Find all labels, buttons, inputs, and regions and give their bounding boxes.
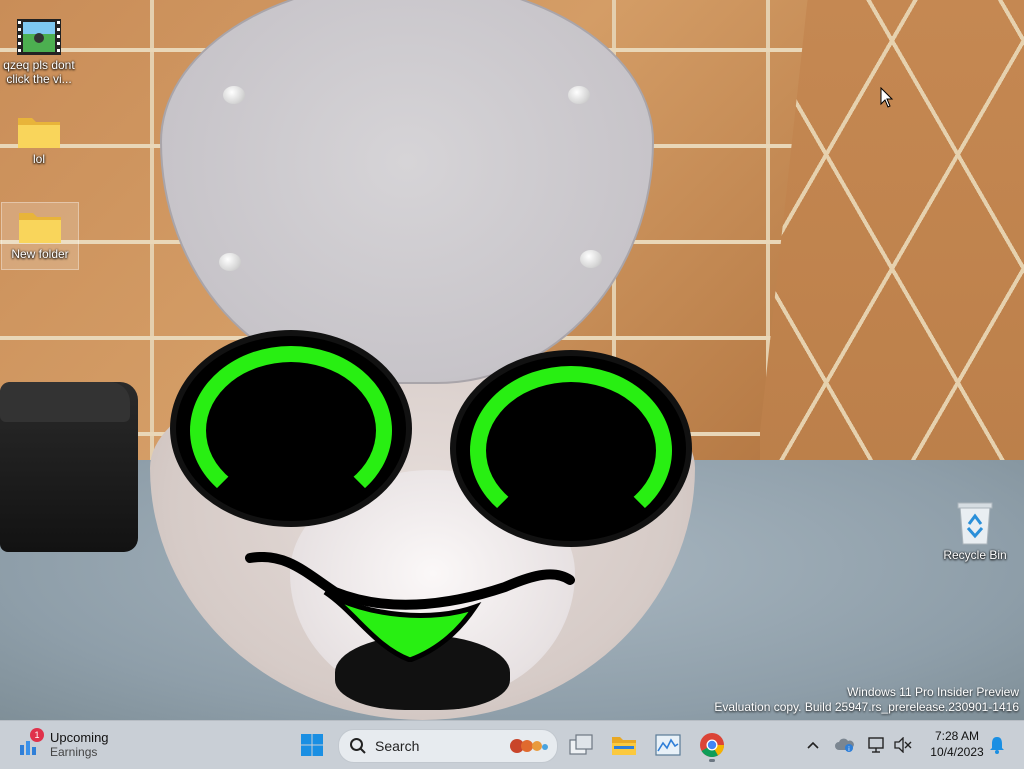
lid-bumper [219, 253, 241, 271]
desktop-icon-recycle-bin[interactable]: Recycle Bin [937, 496, 1013, 562]
folder-icon [18, 118, 60, 148]
search-placeholder: Search [375, 738, 420, 754]
chevron-up-icon [807, 741, 819, 749]
notification-bell-icon [990, 737, 1004, 754]
photos-icon [655, 734, 681, 756]
widgets-button[interactable]: 1 Upcoming Earnings [18, 727, 109, 763]
clock-time: 7:28 AM [934, 729, 980, 743]
widget-subtitle: Earnings [50, 745, 98, 759]
start-button[interactable] [294, 727, 330, 763]
lid-bumper [568, 86, 590, 104]
right-pupil [492, 388, 642, 518]
video-file-icon [17, 19, 61, 55]
network-button[interactable] [866, 727, 888, 763]
desktop-icon-label: Recycle Bin [943, 548, 1007, 562]
lid-bumper [580, 250, 602, 268]
task-view-icon [569, 734, 593, 755]
show-hidden-icons-button[interactable] [802, 727, 824, 763]
taskbar: 1 Upcoming Earnings Search i 7:28 AM 10/… [0, 720, 1024, 769]
left-pupil [212, 368, 362, 498]
stock-chart-icon: 1 [18, 728, 44, 756]
start-icon [301, 734, 323, 756]
onedrive-icon: i [835, 738, 854, 753]
watermark-line-1: Windows 11 Pro Insider Preview [847, 685, 1019, 699]
desktop-wallpaper [0, 0, 1024, 720]
network-icon [868, 737, 884, 753]
volume-muted-icon [894, 737, 912, 753]
notification-badge: 1 [30, 728, 44, 742]
chrome-icon [700, 733, 724, 758]
task-view-button[interactable] [563, 727, 599, 763]
desktop-icon-new-folder[interactable]: New folder [1, 202, 79, 270]
clock-date: 10/4/2023 [930, 745, 984, 759]
notification-center-button[interactable] [986, 727, 1008, 763]
trash-can-lid [0, 382, 130, 422]
folder-icon [19, 213, 61, 243]
desktop-icon-label: qzeq pls dont click the vi... [3, 58, 75, 86]
desktop-icon-video[interactable]: qzeq pls dont click the vi... [1, 14, 77, 86]
search-icon [350, 738, 366, 754]
running-indicator [709, 759, 715, 762]
left-eye-drawing [170, 330, 412, 527]
chrome-button[interactable] [694, 727, 730, 763]
search-highlight-icon [510, 739, 548, 753]
right-eye-drawing [450, 350, 692, 547]
file-explorer-icon [612, 737, 636, 755]
evaluation-watermark: Windows 11 Pro Insider Preview Evaluatio… [714, 685, 1019, 715]
taskbar-search[interactable]: Search [338, 729, 558, 763]
widget-title: Upcoming [50, 730, 109, 745]
onedrive-button[interactable]: i [832, 727, 858, 763]
lid-bumper [223, 86, 245, 104]
recycle-bin-icon [957, 502, 993, 545]
desktop-icon-label: New folder [11, 247, 69, 261]
desktop-icon-lol-folder[interactable]: lol [1, 108, 77, 166]
file-explorer-button[interactable] [606, 727, 642, 763]
photos-app-button[interactable] [650, 727, 686, 763]
mouth-drawing [245, 552, 575, 662]
system-clock[interactable]: 7:28 AM 10/4/2023 [918, 728, 996, 760]
desktop-icon-label: lol [32, 152, 45, 166]
watermark-line-2: Evaluation copy. Build 25947.rs_prerelea… [714, 700, 1019, 714]
volume-button[interactable] [892, 727, 914, 763]
mouse-cursor-icon [880, 87, 894, 108]
